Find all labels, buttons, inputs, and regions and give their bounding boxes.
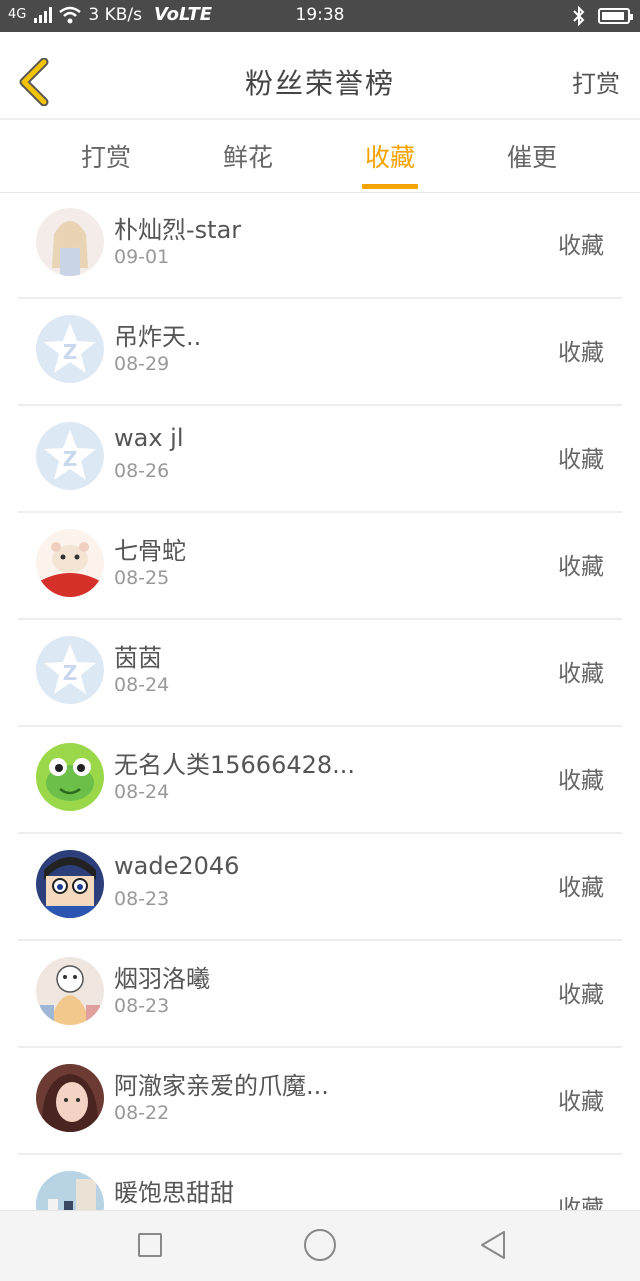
list-item[interactable]: wade2046 08-23 收藏	[18, 834, 622, 941]
action-label: 收藏	[558, 1089, 604, 1115]
svg-text:Z: Z	[63, 340, 78, 364]
action-label: 收藏	[558, 554, 604, 580]
user-name: 无名人类15666428...	[114, 751, 356, 779]
user-name: wax jl	[114, 424, 184, 452]
clock: 19:38	[295, 5, 345, 25]
action-label: 收藏	[558, 661, 604, 687]
action-label: 收藏	[558, 233, 604, 259]
date: 09-01	[114, 246, 170, 268]
battery-icon	[598, 8, 633, 24]
tab-urge-update[interactable]: 催更	[472, 138, 592, 174]
street-photo-avatar	[36, 1171, 104, 1210]
qq-default-avatar: Z	[36, 315, 104, 383]
user-name: 朴灿烈-star	[114, 216, 242, 244]
action-label: 收藏	[558, 982, 604, 1008]
list-item[interactable]: Z 茵茵 08-24 收藏	[18, 620, 622, 727]
anime-girl-avatar	[36, 208, 104, 276]
date: 08-26	[114, 460, 170, 482]
user-name: 吊炸天..	[114, 323, 202, 351]
tab-bar: 打赏 鲜花 收藏 催更	[0, 120, 640, 193]
list-item[interactable]: 烟羽洛曦 08-23 收藏	[18, 941, 622, 1048]
back-triangle-icon[interactable]	[478, 1229, 508, 1261]
date: 08-23	[114, 888, 170, 910]
action-label: 收藏	[558, 447, 604, 473]
user-name: 茵茵	[114, 644, 162, 672]
reward-button[interactable]: 打赏	[572, 64, 620, 99]
date: 08-23	[114, 995, 170, 1017]
recent-apps-icon[interactable]	[138, 1233, 162, 1257]
tab-favorites[interactable]: 收藏	[330, 138, 450, 189]
home-icon[interactable]	[304, 1229, 336, 1261]
fan-list: 朴灿烈-star 09-01 收藏 Z 吊炸天.. 08-29 收藏 Z wax…	[0, 192, 640, 1210]
hamster-avatar	[36, 529, 104, 597]
date: 08-29	[114, 353, 170, 375]
status-bar: 4G 3 KB/s VoLTE 19:38	[0, 0, 640, 32]
action-label: 收藏	[558, 768, 604, 794]
user-name: 阿澈家亲爱的爪魔...	[114, 1072, 329, 1100]
cat-girl-avatar	[36, 957, 104, 1025]
list-item[interactable]: 阿澈家亲爱的爪魔... 08-22 收藏	[18, 1048, 622, 1155]
active-tab-indicator	[362, 184, 418, 189]
page-title: 粉丝荣誉榜	[244, 67, 395, 100]
list-item[interactable]: 无名人类15666428... 08-24 收藏	[18, 727, 622, 834]
list-item[interactable]: 朴灿烈-star 09-01 收藏	[18, 192, 622, 299]
list-item[interactable]: 七骨蛇 08-25 收藏	[18, 513, 622, 620]
frog-avatar	[36, 743, 104, 811]
action-label: 收藏	[558, 875, 604, 901]
tab-reward-label: 打赏	[80, 143, 131, 172]
tab-favorites-label: 收藏	[364, 143, 415, 172]
list-item[interactable]: Z wax jl 08-26 收藏	[18, 406, 622, 513]
photo-girl-avatar	[36, 1064, 104, 1132]
user-name: wade2046	[114, 852, 240, 880]
list-item[interactable]: 暖饱思甜甜 08-22 收藏	[18, 1155, 622, 1210]
tab-flowers[interactable]: 鲜花	[188, 138, 308, 174]
user-name: 暖饱思甜甜	[114, 1179, 234, 1207]
qq-default-avatar: Z	[36, 636, 104, 704]
tab-urge-update-label: 催更	[506, 143, 557, 172]
action-label: 收藏	[558, 340, 604, 366]
user-name: 烟羽洛曦	[114, 965, 210, 993]
svg-text:Z: Z	[63, 661, 78, 685]
system-nav-bar	[0, 1210, 640, 1281]
tab-flowers-label: 鲜花	[222, 143, 273, 172]
action-label: 收藏	[558, 1196, 604, 1210]
date: 08-24	[114, 674, 170, 696]
bluetooth-icon	[573, 6, 585, 26]
list-item[interactable]: Z 吊炸天.. 08-29 收藏	[18, 299, 622, 406]
header: 粉丝荣誉榜 打赏	[0, 32, 640, 120]
tab-reward[interactable]: 打赏	[46, 138, 166, 174]
date: 08-22	[114, 1102, 170, 1124]
conan-avatar	[36, 850, 104, 918]
date: 08-24	[114, 781, 170, 803]
svg-text:Z: Z	[63, 447, 78, 471]
user-name: 七骨蛇	[114, 537, 186, 565]
qq-default-avatar: Z	[36, 422, 104, 490]
date: 08-25	[114, 567, 170, 589]
